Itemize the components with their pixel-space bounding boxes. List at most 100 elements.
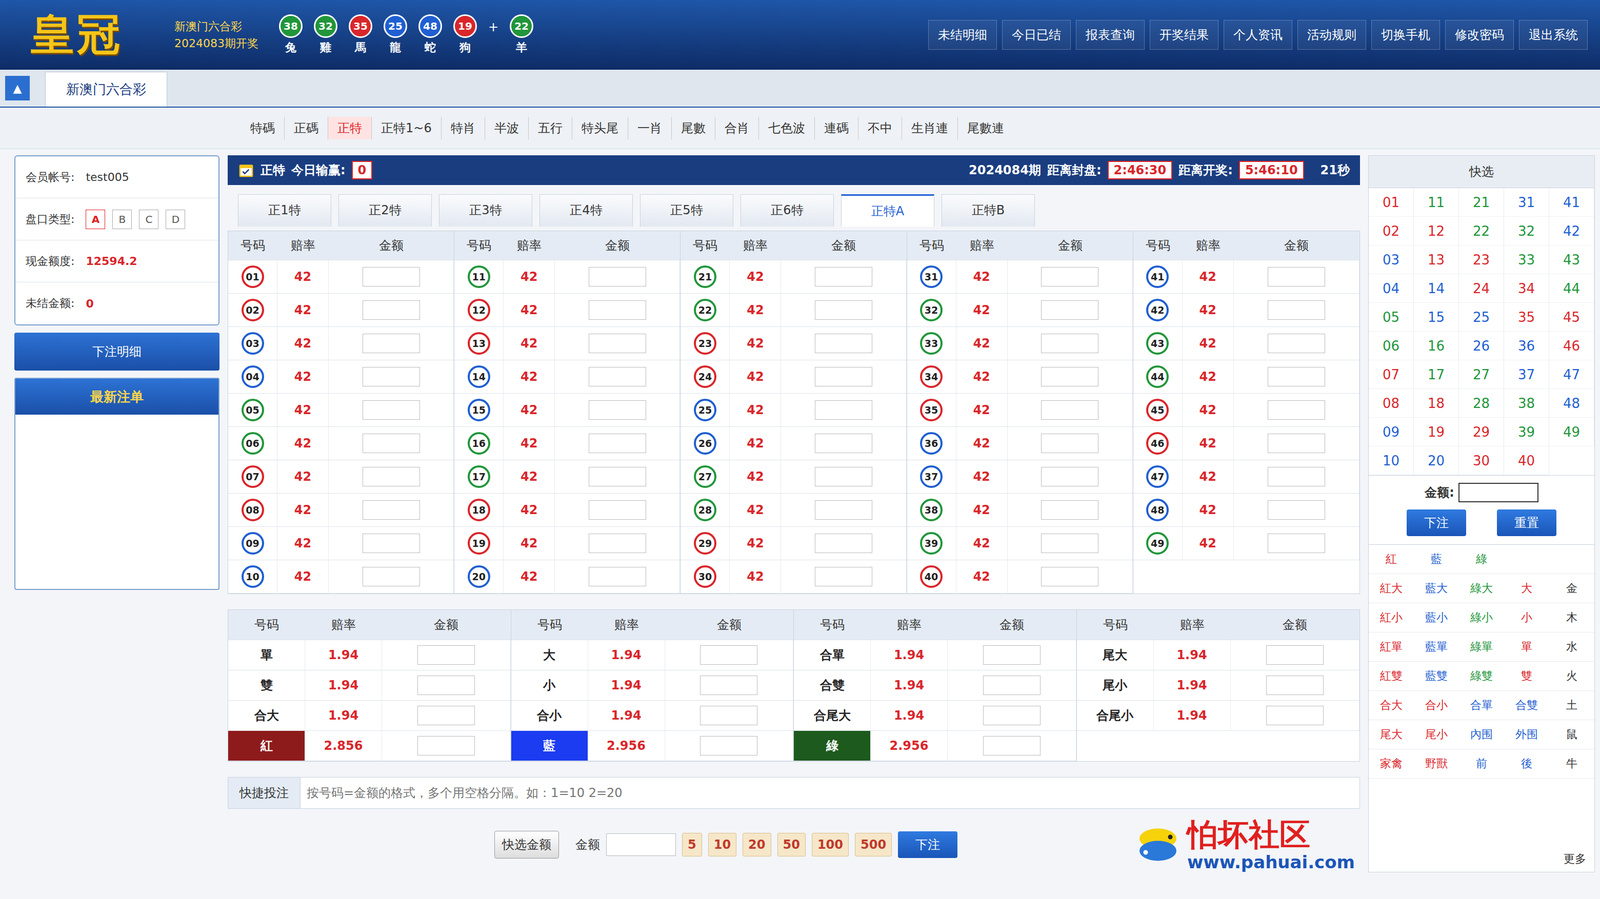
amount-input[interactable] xyxy=(814,333,873,354)
quick-pick-number[interactable]: 03 xyxy=(1368,245,1414,275)
amount-input[interactable] xyxy=(362,433,420,454)
game-tab[interactable]: 新澳门六合彩 xyxy=(45,71,168,107)
quick-pick-number[interactable]: 02 xyxy=(1368,216,1414,246)
quick-pick-number[interactable]: 32 xyxy=(1504,216,1550,246)
collapse-button[interactable]: ▲ xyxy=(5,75,30,101)
shortcut-item[interactable]: 紅 xyxy=(1368,545,1414,574)
quick-pick-number[interactable]: 44 xyxy=(1549,274,1595,304)
shortcut-item[interactable]: 綠 xyxy=(1458,545,1505,574)
amount-chip[interactable]: 10 xyxy=(708,833,737,857)
plate-option[interactable]: D xyxy=(165,209,186,230)
quick-pick-number[interactable]: 34 xyxy=(1504,274,1550,304)
amount-input[interactable] xyxy=(814,533,873,554)
sub-tab[interactable]: 正特B xyxy=(941,194,1035,227)
shortcut-item[interactable]: 尾小 xyxy=(1413,720,1459,750)
quick-pick-number[interactable]: 37 xyxy=(1504,360,1550,390)
sub-tab[interactable]: 正3特 xyxy=(438,194,533,227)
amount-input[interactable] xyxy=(1267,367,1326,387)
sub-tab[interactable]: 正1特 xyxy=(237,194,332,227)
amount-input[interactable] xyxy=(983,736,1041,756)
amount-input[interactable] xyxy=(1267,267,1326,287)
amount-input[interactable] xyxy=(1267,400,1326,420)
shortcut-item[interactable]: 水 xyxy=(1549,632,1595,662)
nav-button[interactable]: 个人资讯 xyxy=(1223,20,1293,50)
amount-input[interactable] xyxy=(588,400,647,420)
shortcut-item[interactable]: 綠雙 xyxy=(1458,662,1505,691)
quick-bet-input[interactable] xyxy=(300,780,1360,807)
category-tab[interactable]: 連碼 xyxy=(814,116,858,140)
category-tab[interactable]: 正特1~6 xyxy=(371,116,442,140)
quick-pick-number[interactable]: 04 xyxy=(1368,274,1414,304)
amount-input[interactable] xyxy=(588,367,647,387)
shortcut-item[interactable]: 紅小 xyxy=(1368,603,1414,633)
amount-input[interactable] xyxy=(1267,467,1326,487)
category-tab[interactable]: 一肖 xyxy=(627,116,672,140)
quick-pick-number[interactable]: 11 xyxy=(1413,188,1459,217)
quick-pick-number[interactable]: 42 xyxy=(1549,216,1595,246)
category-tab[interactable]: 特碼 xyxy=(241,116,285,140)
amount-input[interactable] xyxy=(1266,645,1324,666)
amount-chip[interactable]: 100 xyxy=(811,833,849,857)
amount-input[interactable] xyxy=(814,267,873,287)
shortcut-item[interactable]: 土 xyxy=(1549,691,1595,720)
amount-input[interactable] xyxy=(1041,267,1099,287)
category-tab[interactable]: 不中 xyxy=(857,116,902,140)
plate-option[interactable]: C xyxy=(138,209,159,230)
quick-pick-number[interactable]: 49 xyxy=(1549,417,1595,447)
amount-input[interactable] xyxy=(700,736,758,756)
amount-input[interactable] xyxy=(700,706,758,726)
category-tab[interactable]: 特肖 xyxy=(441,116,485,140)
amount-input[interactable] xyxy=(814,567,873,587)
shortcut-item[interactable]: 合單 xyxy=(1458,691,1505,720)
shortcut-item[interactable]: 綠小 xyxy=(1458,603,1505,633)
amount-input[interactable] xyxy=(1267,500,1326,520)
nav-button[interactable]: 退出系统 xyxy=(1518,20,1588,50)
amount-input[interactable] xyxy=(1041,400,1099,420)
amount-input[interactable] xyxy=(814,400,873,420)
quick-pick-number[interactable]: 12 xyxy=(1413,216,1459,246)
shortcut-item[interactable]: 鼠 xyxy=(1549,720,1595,750)
amount-input[interactable] xyxy=(983,675,1041,696)
amount-input[interactable] xyxy=(814,300,873,320)
amount-input[interactable] xyxy=(362,300,420,320)
shortcut-item[interactable]: 合雙 xyxy=(1504,691,1550,720)
quick-pick-number[interactable]: 08 xyxy=(1368,389,1414,418)
quick-pick-number[interactable]: 31 xyxy=(1504,188,1550,217)
sub-tab[interactable]: 正4特 xyxy=(539,194,633,227)
shortcut-item[interactable]: 藍單 xyxy=(1413,632,1459,662)
amount-input[interactable] xyxy=(362,533,420,554)
amount-input[interactable] xyxy=(417,706,475,726)
amount-input[interactable] xyxy=(417,736,475,756)
quick-pick-button[interactable]: 重置 xyxy=(1496,509,1557,537)
amount-input[interactable] xyxy=(588,433,647,454)
quick-pick-number[interactable]: 13 xyxy=(1413,245,1459,275)
quick-pick-number[interactable]: 15 xyxy=(1413,303,1459,332)
amount-input[interactable] xyxy=(362,500,420,520)
amount-input[interactable] xyxy=(417,645,475,666)
nav-button[interactable]: 未结明细 xyxy=(928,20,997,50)
shortcut-item[interactable]: 合大 xyxy=(1368,691,1414,720)
amount-input[interactable] xyxy=(983,706,1041,726)
category-tab[interactable]: 尾數 xyxy=(671,116,715,140)
amount-input[interactable] xyxy=(588,467,647,487)
quick-pick-button[interactable]: 下注 xyxy=(1406,509,1467,537)
quick-pick-number[interactable]: 01 xyxy=(1368,188,1414,217)
amount-input[interactable] xyxy=(1266,675,1324,696)
shortcut-item[interactable]: 火 xyxy=(1549,662,1595,691)
shortcut-item[interactable]: 尾大 xyxy=(1368,720,1414,750)
amount-chip[interactable]: 20 xyxy=(742,833,771,857)
amount-input[interactable] xyxy=(1041,367,1099,387)
category-tab[interactable]: 半波 xyxy=(484,116,529,140)
nav-button[interactable]: 报表查询 xyxy=(1075,20,1145,50)
amount-input[interactable] xyxy=(814,433,873,454)
amount-chip[interactable]: 5 xyxy=(682,833,703,857)
shortcut-item[interactable]: 紅雙 xyxy=(1368,662,1414,691)
nav-button[interactable]: 活动规则 xyxy=(1297,20,1367,50)
shortcut-item[interactable]: 綠單 xyxy=(1458,632,1505,662)
amount-input[interactable] xyxy=(362,467,420,487)
quick-pick-number[interactable]: 06 xyxy=(1368,331,1414,361)
amount-input[interactable] xyxy=(362,333,420,354)
amount-input[interactable] xyxy=(700,645,758,666)
shortcut-item[interactable]: 綠大 xyxy=(1458,574,1505,604)
sub-tab[interactable]: 正特A xyxy=(841,194,935,227)
